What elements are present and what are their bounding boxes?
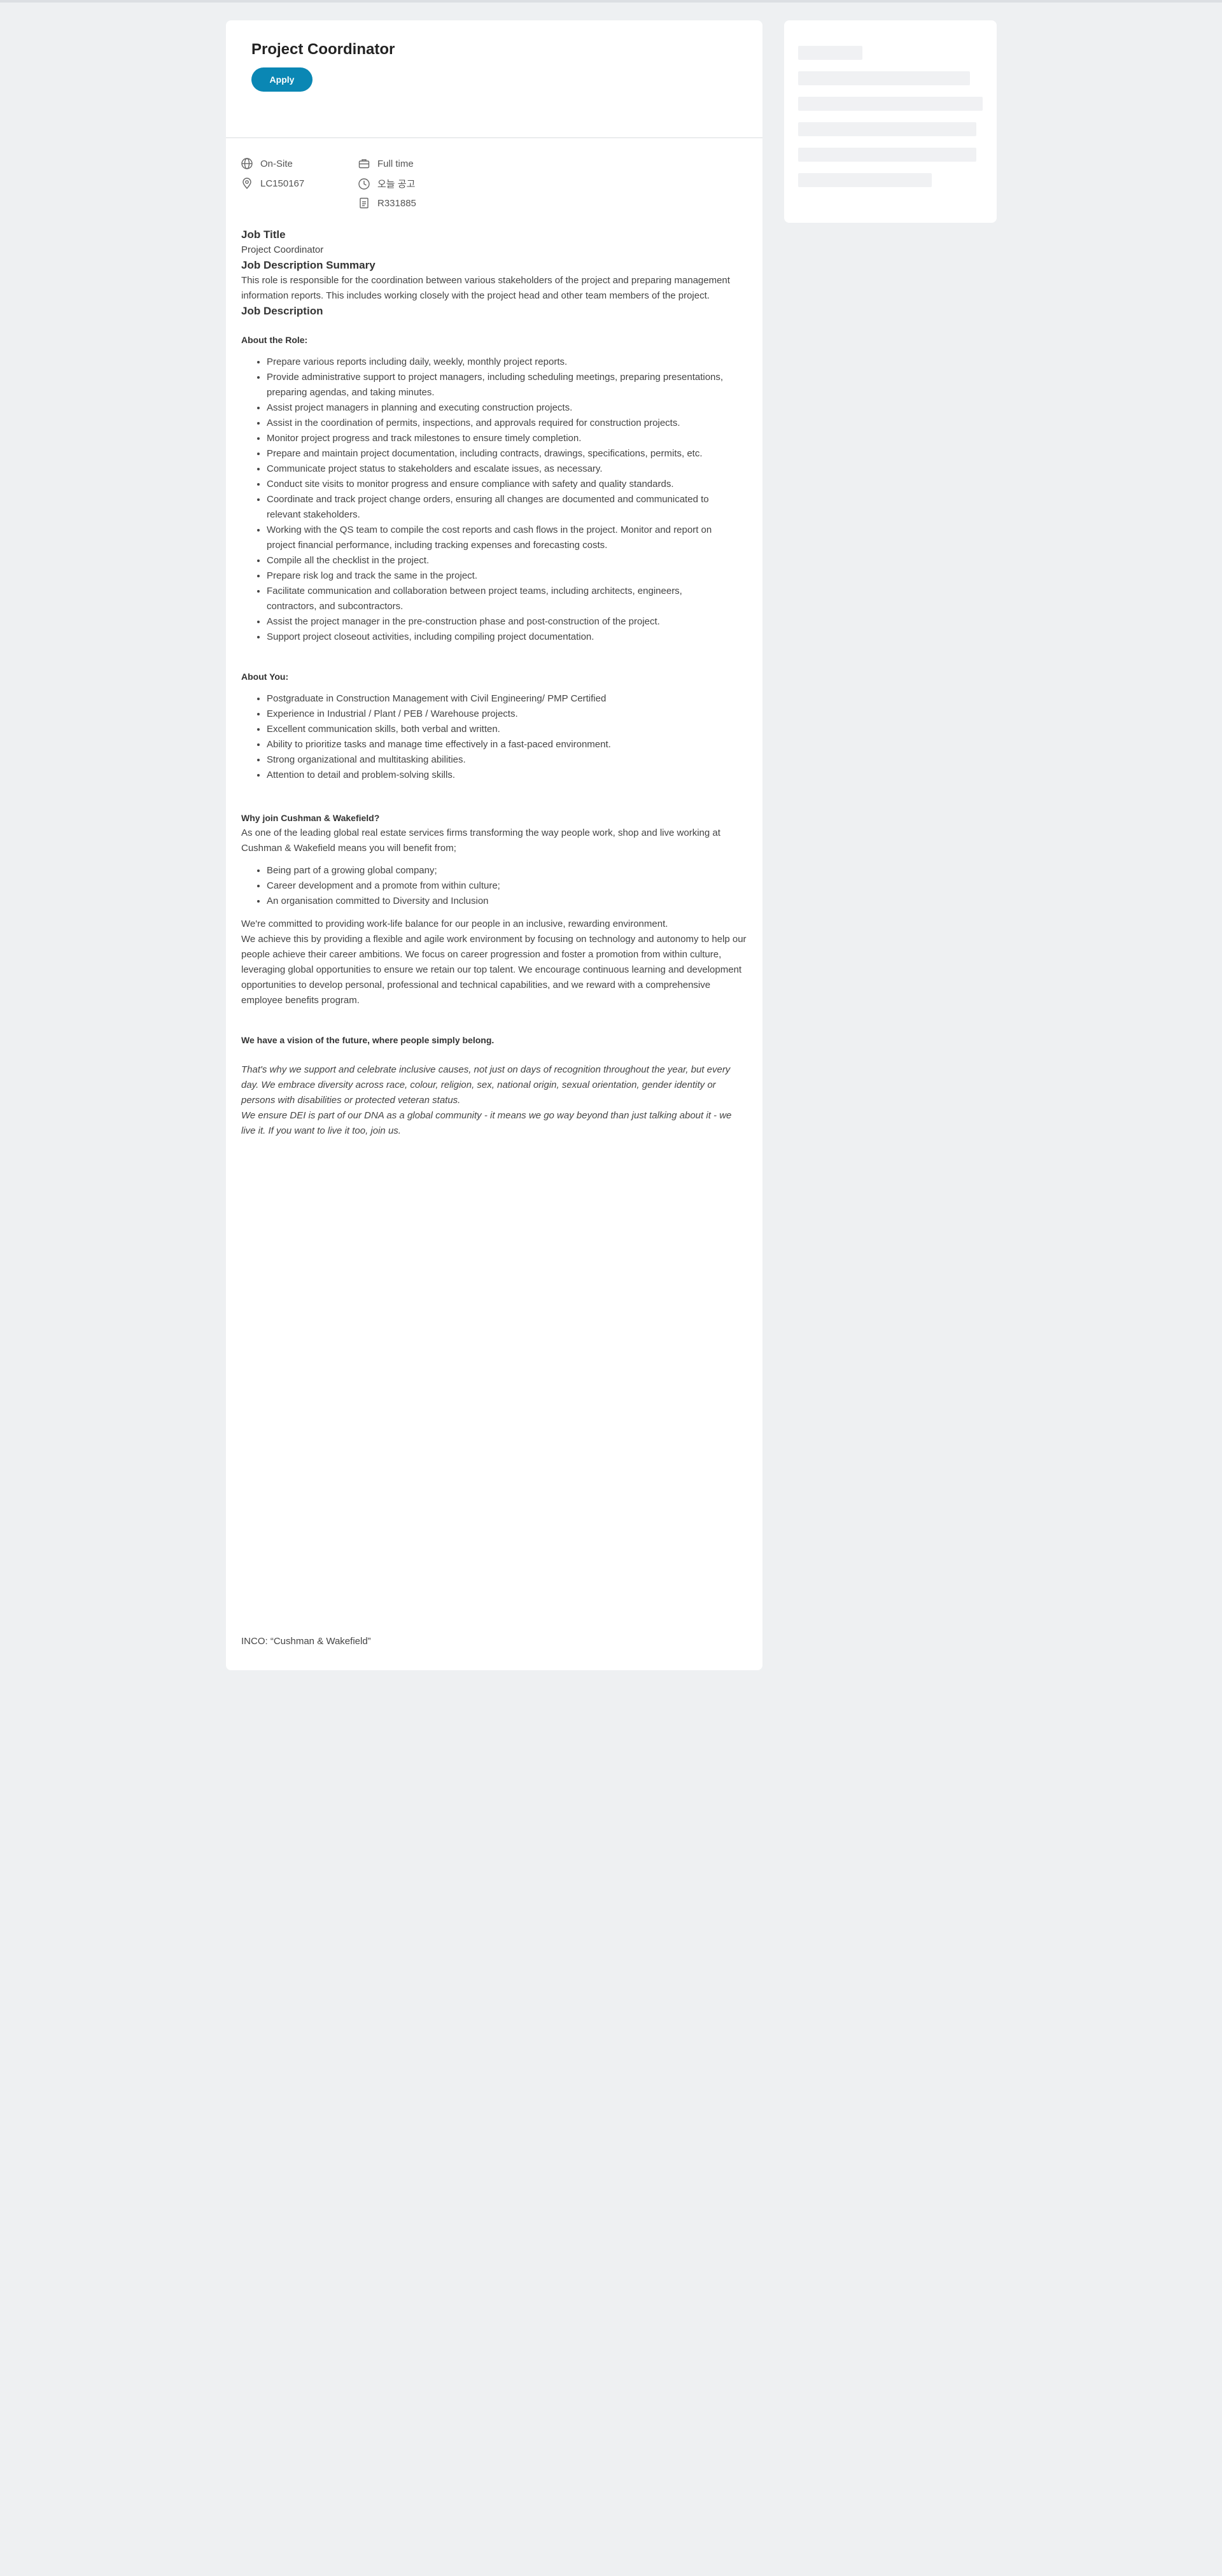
list-item: Assist in the coordination of permits, i… <box>267 416 747 431</box>
time-type: Full time <box>358 157 414 170</box>
job-title-heading: Job Title <box>241 229 286 241</box>
about-you-heading: About You: <box>241 672 289 682</box>
about-role-list: Prepare various reports including daily,… <box>241 355 747 645</box>
location-pin-icon <box>242 178 251 190</box>
list-item: Prepare risk log and track the same in t… <box>267 568 747 584</box>
skeleton-line <box>798 71 970 85</box>
skeleton-line <box>798 173 932 187</box>
list-item: Communicate project status to stakeholde… <box>267 461 747 477</box>
list-item: Facilitate communication and collaborati… <box>267 584 747 614</box>
list-item: Compile all the checklist in the project… <box>267 553 747 568</box>
list-item: Assist project managers in planning and … <box>267 400 747 416</box>
list-item: Attention to detail and problem-solving … <box>267 768 747 783</box>
list-item: Coordinate and track project change orde… <box>267 492 747 523</box>
skeleton-line <box>798 46 862 60</box>
list-item: Excellent communication skills, both ver… <box>267 722 747 737</box>
location-code: LC150167 <box>241 177 304 190</box>
posted-date: 오늘 공고 <box>358 177 415 190</box>
why-join-heading: Why join Cushman & Wakefield? <box>241 813 380 823</box>
skeleton-line <box>798 97 983 111</box>
about-you-list: Postgraduate in Construction Management … <box>241 691 747 783</box>
description-heading: Job Description <box>241 305 323 317</box>
job-detail-card: Project Coordinator Apply On-Site LC1501… <box>226 20 762 1670</box>
requisition-id: R331885 <box>358 197 416 209</box>
list-item: Postgraduate in Construction Management … <box>267 691 747 707</box>
list-item: Support project closeout activities, inc… <box>267 630 747 645</box>
posted-date-label: 오늘 공고 <box>377 179 416 190</box>
dei-text: We ensure DEI is part of our DNA as a gl… <box>241 1110 732 1136</box>
why-join-text: As one of the leading global real estate… <box>241 827 720 854</box>
list-item: An organisation committed to Diversity a… <box>267 894 747 909</box>
list-item: Monitor project progress and track miles… <box>267 431 747 446</box>
job-meta: On-Site LC150167 Full time 오늘 공고 R331885 <box>226 138 762 227</box>
list-item: Experience in Industrial / Plant / PEB /… <box>267 707 747 722</box>
globe-icon <box>241 158 253 169</box>
briefcase-icon <box>358 159 370 169</box>
summary-text: This role is responsible for the coordin… <box>241 275 730 301</box>
page-title: Project Coordinator <box>251 41 395 58</box>
why-join-list: Being part of a growing global company; … <box>241 863 747 909</box>
job-header: Project Coordinator Apply <box>226 20 762 138</box>
list-item: Prepare and maintain project documentati… <box>267 446 747 461</box>
clock-icon <box>358 178 370 190</box>
requisition-id-label: R331885 <box>377 197 416 209</box>
list-item: Assist the project manager in the pre-co… <box>267 614 747 630</box>
list-item: Career development and a promote from wi… <box>267 878 747 894</box>
list-item: Ability to prioritize tasks and manage t… <box>267 737 747 752</box>
skeleton-line <box>798 148 976 162</box>
list-item: Working with the QS team to compile the … <box>267 523 747 553</box>
location-code-label: LC150167 <box>260 178 305 189</box>
document-icon <box>360 197 369 209</box>
location-type: On-Site <box>241 157 293 170</box>
location-type-label: On-Site <box>260 158 293 169</box>
list-item: Strong organizational and multitasking a… <box>267 752 747 768</box>
summary-heading: Job Description Summary <box>241 259 376 271</box>
time-type-label: Full time <box>377 158 414 169</box>
list-item: Provide administrative support to projec… <box>267 370 747 400</box>
side-panel-loading <box>784 20 997 223</box>
commitment-detail-text: We achieve this by providing a flexible … <box>241 934 747 1006</box>
job-title-value: Project Coordinator <box>241 244 324 255</box>
list-item: Being part of a growing global company; <box>267 863 747 878</box>
commitment-text: We're committed to providing work-life b… <box>241 918 668 929</box>
apply-button[interactable]: Apply <box>251 67 313 92</box>
list-item: Prepare various reports including daily,… <box>267 355 747 370</box>
inco-footer: INCO: “Cushman & Wakefield” <box>241 1636 371 1647</box>
about-role-heading: About the Role: <box>241 335 308 345</box>
vision-text: That's why we support and celebrate incl… <box>241 1064 731 1106</box>
list-item: Conduct site visits to monitor progress … <box>267 477 747 492</box>
top-border <box>0 0 1222 3</box>
skeleton-line <box>798 122 976 136</box>
vision-heading: We have a vision of the future, where pe… <box>241 1035 495 1045</box>
job-description: Job Title Project Coordinator Job Descri… <box>226 227 762 1139</box>
